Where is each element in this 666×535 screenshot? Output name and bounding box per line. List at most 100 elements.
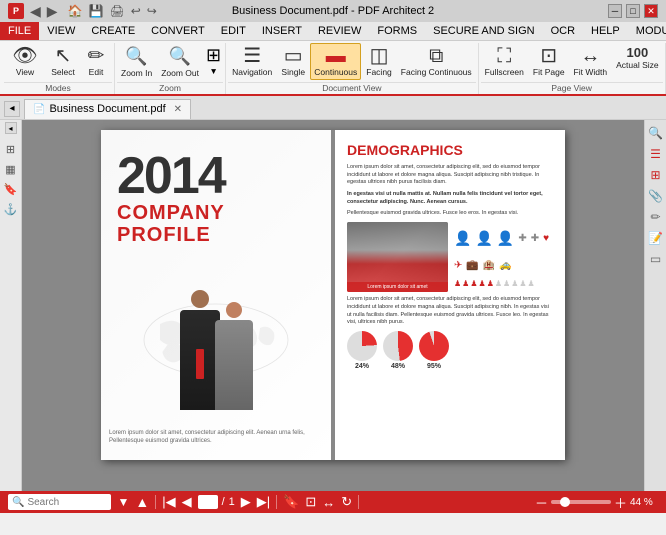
ribbon-row: 👁 View ↖ Select ✏ Edit Modes 🔍 Zoom In (0, 41, 666, 94)
actual-size-button[interactable]: 100 Actual Size (612, 43, 663, 73)
nav-first-btn[interactable]: |◀ (162, 494, 175, 510)
demographics-title: DEMOGRAPHICS (347, 142, 553, 158)
zoom-in-status-btn[interactable]: ＋ (614, 493, 627, 512)
rsb-pin-btn[interactable]: 📎 (647, 187, 665, 205)
rsb-highlight-btn[interactable]: ✏ (647, 208, 665, 226)
menu-view[interactable]: VIEW (39, 22, 83, 40)
zoom-out-button[interactable]: 🔍 Zoom Out (157, 43, 203, 81)
menu-review[interactable]: REVIEW (310, 22, 369, 40)
fit-width-button[interactable]: ↔ Fit Width (570, 43, 612, 80)
status-sep-2 (276, 495, 277, 509)
zoom-group-label: Zoom (117, 82, 223, 94)
title-bar: P ◀ ▶ 🏠 💾 🖨 ↩ ↪ Business Document.pdf - … (0, 0, 666, 22)
menu-modules[interactable]: MODULES AND P... (628, 22, 666, 40)
right-sidebar: 🔍 ☰ ⊞ 📎 ✏ 📝 ▭ (644, 120, 666, 491)
page-spread: 2014 COMPANY PROFILE (101, 130, 565, 460)
fit-width-icon: ↔ (580, 46, 600, 66)
rsb-note-btn[interactable]: 📝 (647, 229, 665, 247)
search-input[interactable] (27, 497, 107, 508)
zoom-dropdown[interactable]: ⊞ ▼ (204, 43, 223, 78)
page-number-input[interactable]: 1 (198, 495, 218, 509)
pie-label-48: 48% (391, 363, 405, 370)
menu-file[interactable]: FILE (0, 22, 39, 40)
stat-icon-plane: ✈ (454, 260, 462, 271)
toolbar-save[interactable]: 💾 (89, 4, 104, 18)
zoom-controls: － ＋ 44 % (535, 493, 658, 512)
zoom-out-label: Zoom Out (161, 68, 199, 78)
actual-size-icon: 100 (626, 46, 648, 59)
sidebar-bookmark-btn[interactable]: 🔖 (2, 180, 20, 198)
menu-edit[interactable]: EDIT (213, 22, 254, 40)
rotate-status-btn[interactable]: ↻ (341, 494, 352, 510)
sidebar-toggle[interactable]: ◂ (5, 122, 17, 134)
pie-charts-area: 24% 48% 95% (347, 331, 553, 370)
maximize-button[interactable]: □ (626, 4, 640, 18)
nav-next-btn[interactable]: ▶ (241, 494, 251, 510)
people-icons-row: ♟ ♟ ♟ ♟ ♟ ♟ ♟ ♟ ♟ ♟ (454, 279, 551, 288)
rsb-shape-btn[interactable]: ▭ (647, 250, 665, 268)
toolbar-print[interactable]: 🖨 (109, 4, 124, 18)
menu-convert[interactable]: CONVERT (143, 22, 213, 40)
menu-insert[interactable]: INSERT (254, 22, 310, 40)
tab-close-button[interactable]: ✕ (174, 104, 182, 115)
stat-icon-person: 👤 (454, 230, 471, 247)
search-dropdown-btn[interactable]: ▼ (117, 495, 129, 509)
view-label: View (16, 67, 34, 77)
icon-row-1: 👤 👤 👤 ✚ ✚ ♥ (454, 230, 551, 247)
single-button[interactable]: ▭ Single (277, 43, 309, 80)
select-label: Select (51, 67, 75, 77)
zoom-out-status-btn[interactable]: － (535, 493, 548, 512)
menu-ocr[interactable]: OCR (543, 22, 583, 40)
fit-page-button[interactable]: ⊡ Fit Page (529, 43, 569, 80)
toolbar-undo[interactable]: ↩ (131, 4, 141, 18)
status-bar: 🔍 ▼ ▲ |◀ ◀ 1 / 1 ▶ ▶| 🔖 ⊡ ↔ ↻ － ＋ 44 % (0, 491, 666, 513)
edit-button[interactable]: ✏ Edit (80, 43, 112, 80)
zoom-buttons: 🔍 Zoom In 🔍 Zoom Out ⊞ ▼ (117, 43, 223, 81)
toolbar-home[interactable]: 🏠 (68, 4, 83, 18)
sidebar-home-btn[interactable]: ⊞ (2, 140, 20, 158)
toolbar-redo[interactable]: ↪ (147, 4, 157, 18)
sidebar-anchor-btn[interactable]: ⚓ (2, 200, 20, 218)
view-button[interactable]: 👁 View (4, 43, 46, 80)
menu-help[interactable]: HELP (583, 22, 628, 40)
pie-24: 24% (347, 331, 377, 370)
tab-business-doc[interactable]: 📄 Business Document.pdf ✕ (24, 99, 191, 119)
search-up-btn[interactable]: ▲ (135, 494, 149, 510)
rsb-list-btn[interactable]: ☰ (647, 145, 665, 163)
right-page-content: DEMOGRAPHICS Lorem ipsum dolor sit amet,… (335, 130, 565, 460)
fullscreen-button[interactable]: ⛶ Fullscreen (481, 43, 528, 80)
document-view[interactable]: 2014 COMPANY PROFILE (22, 120, 644, 491)
zoom-in-button[interactable]: 🔍 Zoom In (117, 43, 156, 81)
select-button[interactable]: ↖ Select (47, 43, 79, 80)
select-icon: ↖ (55, 46, 72, 66)
continuous-button[interactable]: ▬ Continuous (310, 43, 361, 80)
menu-forms[interactable]: FORMS (369, 22, 425, 40)
view-icon: 👁 (12, 46, 37, 66)
zoom-slider[interactable] (551, 500, 611, 504)
facing-continuous-button[interactable]: ⧉ Facing Continuous (397, 43, 476, 80)
nav-back[interactable]: ◀ (30, 3, 41, 20)
menu-secure[interactable]: SECURE AND SIGN (425, 22, 542, 40)
facing-button[interactable]: ◫ Facing (362, 43, 396, 80)
menu-create[interactable]: CREATE (83, 22, 143, 40)
sidebar-thumbnail-btn[interactable]: ▦ (2, 160, 20, 178)
facing-continuous-label: Facing Continuous (401, 67, 472, 77)
rsb-search-btn[interactable]: 🔍 (647, 124, 665, 142)
rsb-grid-btn[interactable]: ⊞ (647, 166, 665, 184)
ribbon-group-zoom: 🔍 Zoom In 🔍 Zoom Out ⊞ ▼ Zoom (115, 43, 226, 94)
pie-label-24: 24% (355, 363, 369, 370)
navigation-button[interactable]: ☰ Navigation (228, 43, 276, 80)
right-text-block: Lorem ipsum dolor sit amet, consectetur … (347, 296, 553, 327)
bookmark-btn[interactable]: 🔖 (283, 494, 299, 510)
left-sidebar: ◂ ⊞ ▦ 🔖 ⚓ (0, 120, 22, 491)
search-box[interactable]: 🔍 (8, 494, 111, 510)
close-button[interactable]: ✕ (644, 4, 658, 18)
pie-chart-95 (419, 331, 449, 361)
fit-width-status-btn[interactable]: ↔ (322, 495, 335, 510)
tab-scroll-left[interactable]: ◂ (4, 101, 20, 117)
nav-forward[interactable]: ▶ (47, 3, 58, 20)
minimize-button[interactable]: ─ (608, 4, 622, 18)
fit-page-status-btn[interactable]: ⊡ (305, 494, 316, 510)
nav-last-btn[interactable]: ▶| (257, 494, 270, 510)
nav-prev-btn[interactable]: ◀ (182, 494, 192, 510)
